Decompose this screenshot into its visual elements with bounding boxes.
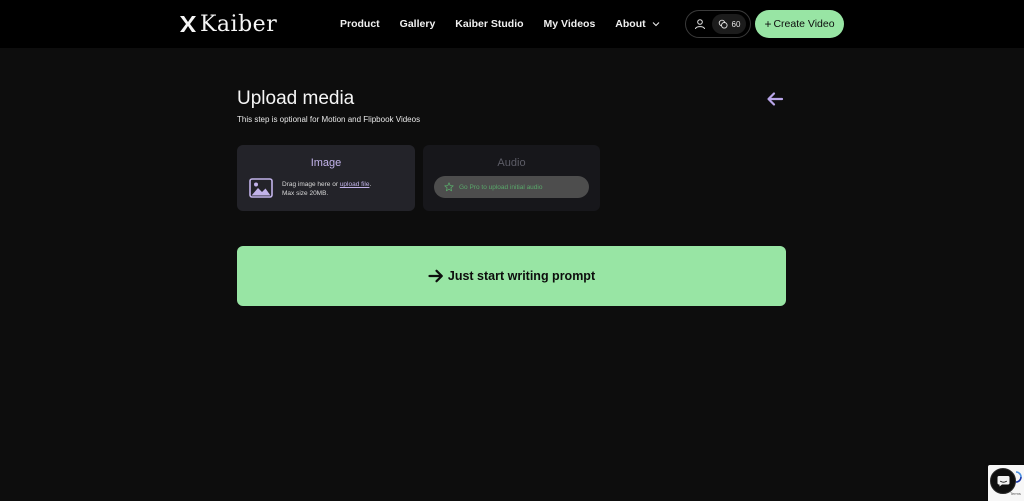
recaptcha-terms[interactable]: Terms <box>1010 491 1021 496</box>
kaiber-logo-icon <box>180 16 196 32</box>
account-menu[interactable]: 60 <box>685 10 751 38</box>
page-title: Upload media <box>237 88 355 109</box>
credits-icon <box>718 19 728 29</box>
main-nav: Product Gallery Kaiber Studio My Videos … <box>340 0 660 48</box>
image-card-title: Image <box>310 157 342 169</box>
max-size-text: Max size 20MB. <box>282 190 329 197</box>
chat-launcher-button[interactable] <box>990 468 1016 494</box>
audio-upload-card: Audio Go Pro to upload initial audio <box>423 145 600 211</box>
chevron-down-icon <box>652 22 659 27</box>
nav-product[interactable]: Product <box>340 18 380 30</box>
upload-file-link[interactable]: upload file <box>340 181 370 188</box>
brand-name: Kaiber <box>200 11 278 37</box>
plus-icon: + <box>764 17 772 31</box>
start-writing-prompt-button[interactable]: Just start writing prompt <box>237 246 786 306</box>
credits-count: 60 <box>731 19 741 29</box>
go-pro-button[interactable]: Go Pro to upload initial audio <box>434 176 589 198</box>
image-upload-card[interactable]: Image Drag image here or upload file. Ma… <box>237 145 415 211</box>
go-pro-label: Go Pro to upload initial audio <box>459 183 543 191</box>
create-video-button[interactable]: + Create Video <box>755 10 844 38</box>
create-video-label: Create Video <box>773 18 835 30</box>
star-icon <box>444 182 454 192</box>
chat-icon <box>997 476 1009 487</box>
audio-card-title: Audio <box>497 157 526 169</box>
start-writing-prompt-label: Just start writing prompt <box>447 269 596 283</box>
nav-kaiber-studio[interactable]: Kaiber Studio <box>455 18 523 30</box>
page-subtitle: This step is optional for Motion and Fli… <box>237 115 421 124</box>
top-nav-bar: Kaiber Product Gallery Kaiber Studio My … <box>0 0 1024 48</box>
arrow-right-icon <box>428 269 443 283</box>
nav-gallery[interactable]: Gallery <box>400 18 436 30</box>
nav-my-videos[interactable]: My Videos <box>544 18 596 30</box>
back-arrow-icon[interactable] <box>766 91 784 107</box>
drag-instructions: Drag image here or upload file. Max size… <box>282 181 372 197</box>
nav-about[interactable]: About <box>615 18 659 30</box>
user-icon <box>695 19 705 30</box>
kaiber-logo[interactable]: Kaiber <box>178 11 277 37</box>
image-icon <box>249 178 273 198</box>
credits-badge: 60 <box>712 14 746 34</box>
